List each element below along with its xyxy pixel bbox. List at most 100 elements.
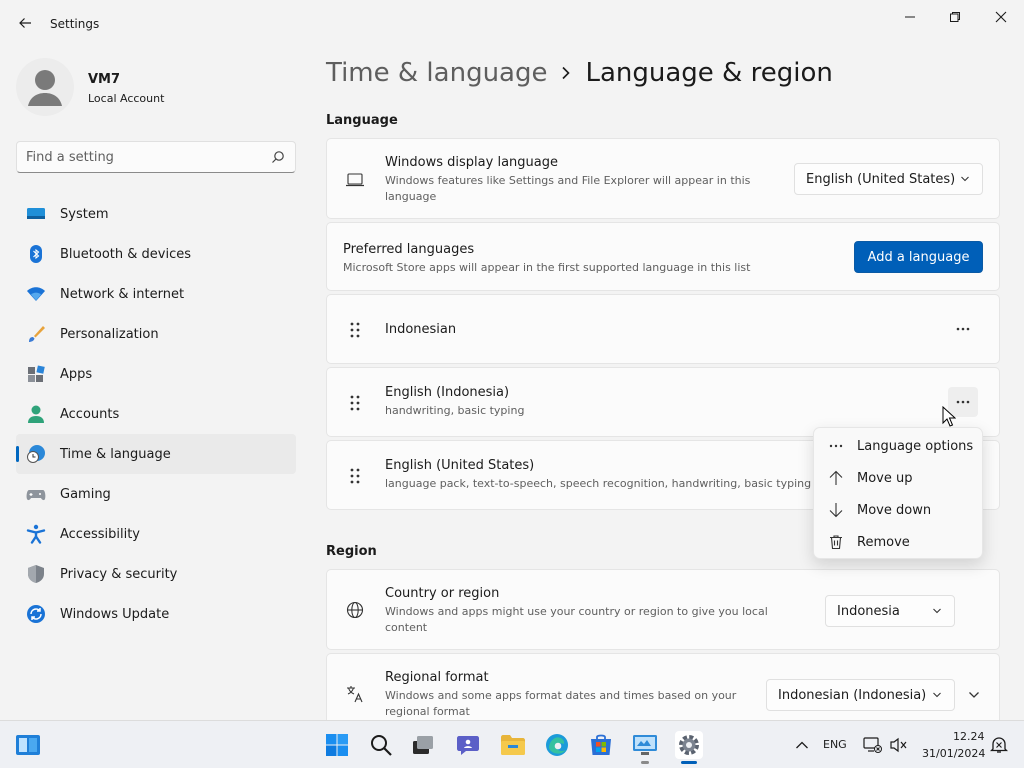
edge-icon	[546, 734, 568, 756]
user-avatar-icon	[28, 70, 62, 106]
start-button[interactable]	[323, 731, 351, 759]
menu-item-label: Move up	[857, 470, 913, 486]
add-language-button[interactable]: Add a language	[854, 241, 983, 273]
dropdown-value: English (United States)	[806, 171, 956, 187]
sidebar-item-personalization[interactable]: Personalization	[16, 314, 296, 354]
avatar	[16, 58, 74, 116]
volume-button[interactable]	[885, 731, 913, 759]
menu-item-move-down[interactable]: Move down	[818, 495, 980, 525]
language-item-indonesian[interactable]: Indonesian	[326, 294, 1000, 364]
search-icon	[371, 735, 392, 756]
drag-handle-icon[interactable]	[349, 468, 361, 484]
close-button[interactable]	[978, 4, 1024, 30]
drag-handle-icon[interactable]	[349, 322, 361, 338]
widgets-button[interactable]	[14, 731, 42, 759]
control-panel-button[interactable]	[631, 731, 659, 759]
sidebar-item-label: Time & language	[60, 446, 171, 462]
laptop-icon	[346, 173, 364, 187]
settings-taskbar-button[interactable]	[675, 731, 703, 759]
sidebar-item-privacy[interactable]: Privacy & security	[16, 554, 296, 594]
menu-item-language-options[interactable]: Language options	[818, 431, 980, 461]
menu-item-remove[interactable]: Remove	[818, 527, 980, 557]
sidebar-item-network[interactable]: Network & internet	[16, 274, 296, 314]
sidebar-item-accounts[interactable]: Accounts	[16, 394, 296, 434]
time-language-icon	[27, 445, 45, 463]
account-type: Local Account	[88, 92, 165, 105]
sidebar-item-bluetooth[interactable]: Bluetooth & devices	[16, 234, 296, 274]
page-title: Language & region	[585, 58, 833, 88]
chat-button[interactable]	[454, 731, 482, 759]
regional-format-dropdown[interactable]: Indonesian (Indonesia)	[766, 679, 955, 711]
sidebar-item-gaming[interactable]: Gaming	[16, 474, 296, 514]
country-region-dropdown[interactable]: Indonesia	[825, 595, 955, 627]
sidebar-item-time-language[interactable]: Time & language	[16, 434, 296, 474]
section-heading-language: Language	[326, 113, 398, 128]
globe-icon	[346, 601, 364, 619]
sidebar-item-apps[interactable]: Apps	[16, 354, 296, 394]
store-button[interactable]	[587, 731, 615, 759]
network-icon	[863, 737, 882, 753]
file-explorer-button[interactable]	[499, 731, 527, 759]
language-more-button[interactable]	[948, 314, 978, 344]
sidebar-item-label: Bluetooth & devices	[60, 246, 191, 262]
sidebar-item-system[interactable]: System	[16, 194, 296, 234]
country-region-description: Windows and apps might use your country …	[385, 605, 768, 634]
sidebar-item-accessibility[interactable]: Accessibility	[16, 514, 296, 554]
shield-icon	[28, 565, 44, 583]
search-input[interactable]	[26, 148, 266, 166]
maximize-button[interactable]	[932, 4, 978, 30]
brush-icon	[29, 326, 45, 342]
folder-icon	[501, 735, 525, 755]
task-view-button[interactable]	[409, 731, 437, 759]
minimize-icon	[905, 16, 915, 18]
sidebar-item-label: Windows Update	[60, 606, 170, 622]
notifications-button[interactable]	[985, 731, 1013, 759]
edge-button[interactable]	[543, 731, 571, 759]
more-horizontal-icon	[956, 400, 970, 404]
preferred-languages-title: Preferred languages	[343, 242, 475, 257]
display-language-dropdown[interactable]: English (United States)	[794, 163, 983, 195]
accounts-icon	[28, 405, 44, 423]
active-app-indicator	[681, 761, 697, 764]
control-panel-icon	[633, 735, 657, 755]
breadcrumb-parent[interactable]: Time & language	[326, 58, 547, 88]
dropdown-value: Indonesia	[837, 603, 900, 619]
dropdown-value: Indonesian (Indonesia)	[778, 687, 927, 703]
back-button[interactable]	[14, 12, 36, 34]
country-region-card: Country or region Windows and apps might…	[326, 569, 1000, 650]
drag-handle-icon[interactable]	[349, 395, 361, 411]
preferred-languages-card: Preferred languages Microsoft Store apps…	[326, 222, 1000, 291]
language-context-menu: Language options Move up Move down Remov…	[813, 427, 983, 559]
chevron-up-icon	[796, 741, 808, 749]
clock-time[interactable]: 12.24	[953, 730, 985, 743]
preferred-languages-description: Microsoft Store apps will appear in the …	[343, 261, 751, 274]
sidebar-item-label: Accounts	[60, 406, 120, 422]
regional-format-description: Windows and some apps format dates and t…	[385, 689, 737, 718]
chevron-down-icon	[969, 692, 979, 698]
menu-item-move-up[interactable]: Move up	[818, 463, 980, 493]
taskbar: ENG 12.24 31/01/2024	[0, 720, 1024, 768]
mouse-cursor-icon	[942, 406, 956, 427]
breadcrumb: Time & language Language & region	[326, 58, 833, 88]
language-features: language pack, text-to-speech, speech re…	[385, 477, 812, 490]
sidebar-item-label: Gaming	[60, 486, 111, 502]
minimize-button[interactable]	[887, 4, 933, 30]
expand-button[interactable]	[959, 680, 989, 710]
sidebar-item-label: Apps	[60, 366, 93, 382]
chevron-right-icon	[561, 66, 571, 80]
running-indicator	[641, 761, 649, 764]
regional-format-card[interactable]: Regional format Windows and some apps fo…	[326, 653, 1000, 720]
sidebar-nav: System Bluetooth & devices Network & int…	[16, 194, 296, 634]
sidebar-item-windows-update[interactable]: Windows Update	[16, 594, 296, 634]
store-icon	[591, 734, 611, 755]
show-hidden-icons-button[interactable]	[788, 731, 816, 759]
sidebar-item-label: System	[60, 206, 109, 222]
search-icon	[272, 151, 284, 163]
widgets-icon	[16, 735, 40, 755]
sidebar-item-label: Accessibility	[60, 526, 140, 542]
search-taskbar-button[interactable]	[367, 731, 395, 759]
network-status-button[interactable]	[859, 731, 887, 759]
clock-date[interactable]: 31/01/2024	[922, 747, 985, 760]
search-box[interactable]	[16, 141, 296, 173]
input-language-indicator[interactable]: ENG	[823, 738, 847, 751]
